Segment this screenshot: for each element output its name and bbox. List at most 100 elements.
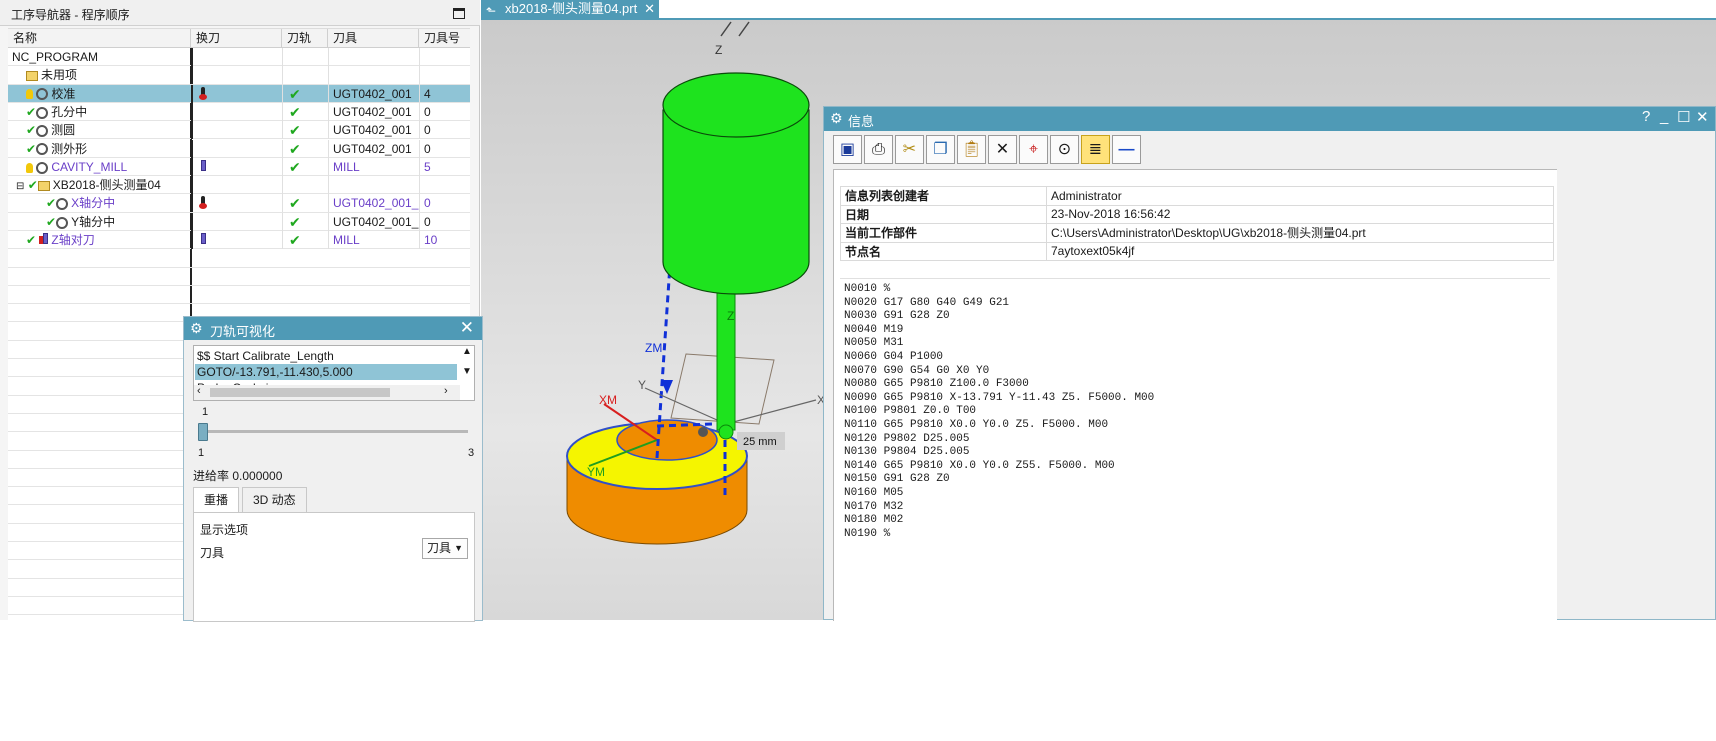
meta-key-creator: 信息列表创建者 — [840, 186, 1047, 206]
operation-name-cell[interactable]: 校准 — [8, 85, 191, 103]
operation-complete-icon: ✔ — [26, 123, 49, 137]
operation-name-cell[interactable]: ✔ 测圆 — [8, 121, 191, 139]
table-row[interactable]: ✔ Z轴对刀 ✔ MILL 10 — [8, 231, 470, 250]
empty-row — [8, 286, 470, 305]
scroll-thumb[interactable] — [210, 388, 390, 397]
scroll-right-icon[interactable]: › — [444, 385, 448, 397]
operation-name-cell[interactable]: CAVITY_MILL — [8, 158, 191, 176]
column-header-path[interactable]: 刀轨 — [282, 29, 328, 49]
horizontal-scrollbar[interactable]: ‹ › — [194, 385, 460, 400]
save-icon[interactable]: ▣ — [833, 135, 862, 164]
axis-label-y: Y — [638, 378, 646, 392]
table-row[interactable]: ✔ X轴分中 ✔ UGT0402_001_1 0 — [8, 194, 470, 213]
paste-icon[interactable]: 📋︎ — [957, 135, 986, 164]
tool-change-cell — [191, 157, 282, 176]
tool-cell: UGT0402_001_1 — [328, 212, 419, 231]
tool-cell: MILL — [328, 157, 419, 176]
tool-number-cell: 0 — [419, 102, 470, 121]
navigator-header: 名称 换刀 刀轨 刀具 刀具号 — [8, 28, 470, 49]
close-icon[interactable]: ✕ — [460, 318, 474, 338]
close-icon[interactable]: ✕ — [1696, 108, 1709, 126]
tabbar-underline — [481, 18, 1716, 20]
vertical-scrollbar[interactable]: ▲ ▼ — [459, 346, 474, 386]
tool-number-cell — [419, 176, 470, 195]
document-tab[interactable]: ⬑ xb2018-侧头测量04.prt ✕ — [481, 0, 659, 19]
operation-name-cell[interactable]: NC_PROGRAM — [8, 48, 191, 66]
tool-cell — [328, 176, 419, 195]
tool-number-cell: 4 — [419, 84, 470, 103]
info-title: 信息 — [848, 114, 875, 129]
operation-name-cell[interactable]: ✔ 测外形 — [8, 140, 191, 158]
table-row[interactable]: CAVITY_MILL ✔ MILL 5 — [8, 157, 470, 177]
table-row[interactable]: ✔ 测圆 ✔ UGT0402_001 0 — [8, 121, 470, 140]
navigator-title: 工序导航器 - 程序顺序 — [11, 8, 130, 22]
print-icon[interactable]: ⎙ — [864, 135, 893, 164]
slider-track[interactable] — [204, 430, 468, 433]
find-icon[interactable]: ⌖ — [1019, 135, 1048, 164]
toolpath-status-cell: ✔ — [282, 121, 328, 140]
tool-number-cell: 0 — [419, 139, 470, 158]
table-row[interactable]: ✔ 孔分中 ✔ UGT0402_001 0 — [8, 102, 470, 122]
operation-name-cell[interactable]: ✔ Z轴对刀 — [8, 231, 191, 249]
column-header-tool[interactable]: 刀具 — [328, 29, 419, 49]
maximize-icon[interactable] — [453, 8, 465, 19]
operation-name: CAVITY_MILL — [51, 159, 128, 174]
meta-value-creator: Administrator — [1046, 186, 1554, 206]
copy-icon[interactable]: ❐ — [926, 135, 955, 164]
toolpath-status-cell: ✔ — [282, 102, 328, 121]
table-row[interactable]: 校准 ✔ UGT0402_001 4 — [8, 84, 470, 103]
toolpath-listbox[interactable]: $$ Start Calibrate_Length GOTO/-13.791,-… — [193, 345, 475, 401]
operation-warning-icon — [26, 87, 49, 101]
operation-name-cell[interactable]: ✔ X轴分中 — [8, 194, 191, 212]
delete-icon[interactable]: ✕ — [988, 135, 1017, 164]
info-titlebar: ⚙ 信息 ? _ ☐ ✕ — [824, 107, 1715, 131]
meta-value-node: 7aytoxext05k4jf — [1046, 241, 1554, 261]
operation-name-cell[interactable]: 未用项 — [8, 66, 191, 84]
operation-name-cell[interactable]: ⊟ ✔ XB2018-侧头测量04 — [8, 176, 191, 194]
tab-3d-dynamic[interactable]: 3D 动态 — [242, 487, 307, 513]
axis-label-z-tool: Z — [727, 309, 734, 323]
tool-number-cell — [419, 66, 470, 85]
navigator-titlebar: 工序导航器 - 程序顺序 — [0, 0, 480, 26]
tool-dropdown[interactable]: 刀具 ▼ — [422, 538, 468, 559]
maximize-icon[interactable]: ☐ — [1677, 108, 1690, 126]
tab-replay[interactable]: 重播 — [193, 487, 240, 513]
help-icon[interactable]: ? — [1642, 108, 1650, 125]
viz-titlebar: ⚙ 刀轨可视化 ✕ — [184, 317, 482, 340]
cut-icon[interactable]: ✂ — [895, 135, 924, 164]
column-header-change[interactable]: 换刀 — [191, 29, 282, 49]
chevron-down-icon: ▼ — [454, 543, 463, 553]
operation-warning-icon — [26, 160, 49, 174]
tool-number-cell: 0 — [419, 194, 470, 213]
tool-number-cell: 10 — [419, 231, 470, 249]
tool-cell: MILL — [328, 231, 419, 249]
table-row[interactable]: NC_PROGRAM — [8, 48, 470, 67]
feed-rate-label: 进给率 0.000000 — [193, 469, 283, 483]
minus-icon[interactable]: — — [1112, 135, 1141, 164]
wrap-icon[interactable]: ≣ — [1081, 135, 1110, 164]
table-row[interactable]: ⊟ ✔ XB2018-侧头测量04 — [8, 176, 470, 195]
operation-name-cell[interactable]: ✔ 孔分中 — [8, 103, 191, 121]
table-row[interactable]: ✔ Y轴分中 ✔ UGT0402_001_1 0 — [8, 212, 470, 231]
scroll-down-icon[interactable]: ▼ — [462, 366, 472, 377]
minimize-icon[interactable]: _ — [1660, 108, 1668, 125]
scroll-up-icon[interactable]: ▲ — [462, 346, 472, 357]
list-item-selected[interactable]: GOTO/-13.791,-11.430,5.000 — [195, 364, 457, 380]
toolpath-status-cell — [282, 176, 328, 195]
column-header-name[interactable]: 名称 — [8, 29, 191, 49]
scroll-left-icon[interactable]: ‹ — [197, 385, 201, 397]
table-row[interactable]: 未用项 — [8, 66, 470, 85]
tool-cell: UGT0402_001 — [328, 121, 419, 140]
binoculars-icon[interactable]: ⊙ — [1050, 135, 1079, 164]
tool-change-cell — [191, 194, 282, 213]
meta-key-part: 当前工作部件 — [840, 223, 1047, 243]
list-item[interactable]: $$ Start Calibrate_Length — [197, 348, 459, 364]
close-tab-icon[interactable]: ✕ — [644, 0, 655, 18]
tool-change-cell — [191, 102, 282, 121]
operation-name-cell[interactable]: ✔ Y轴分中 — [8, 213, 191, 231]
column-header-tool-number[interactable]: 刀具号 — [419, 29, 470, 49]
nc-code-listing[interactable]: N0010 % N0020 G17 G80 G40 G49 G21 N0030 … — [840, 278, 1550, 552]
slider-thumb[interactable] — [198, 423, 208, 441]
toolpath-status-cell — [282, 66, 328, 85]
table-row[interactable]: ✔ 测外形 ✔ UGT0402_001 0 — [8, 139, 470, 158]
